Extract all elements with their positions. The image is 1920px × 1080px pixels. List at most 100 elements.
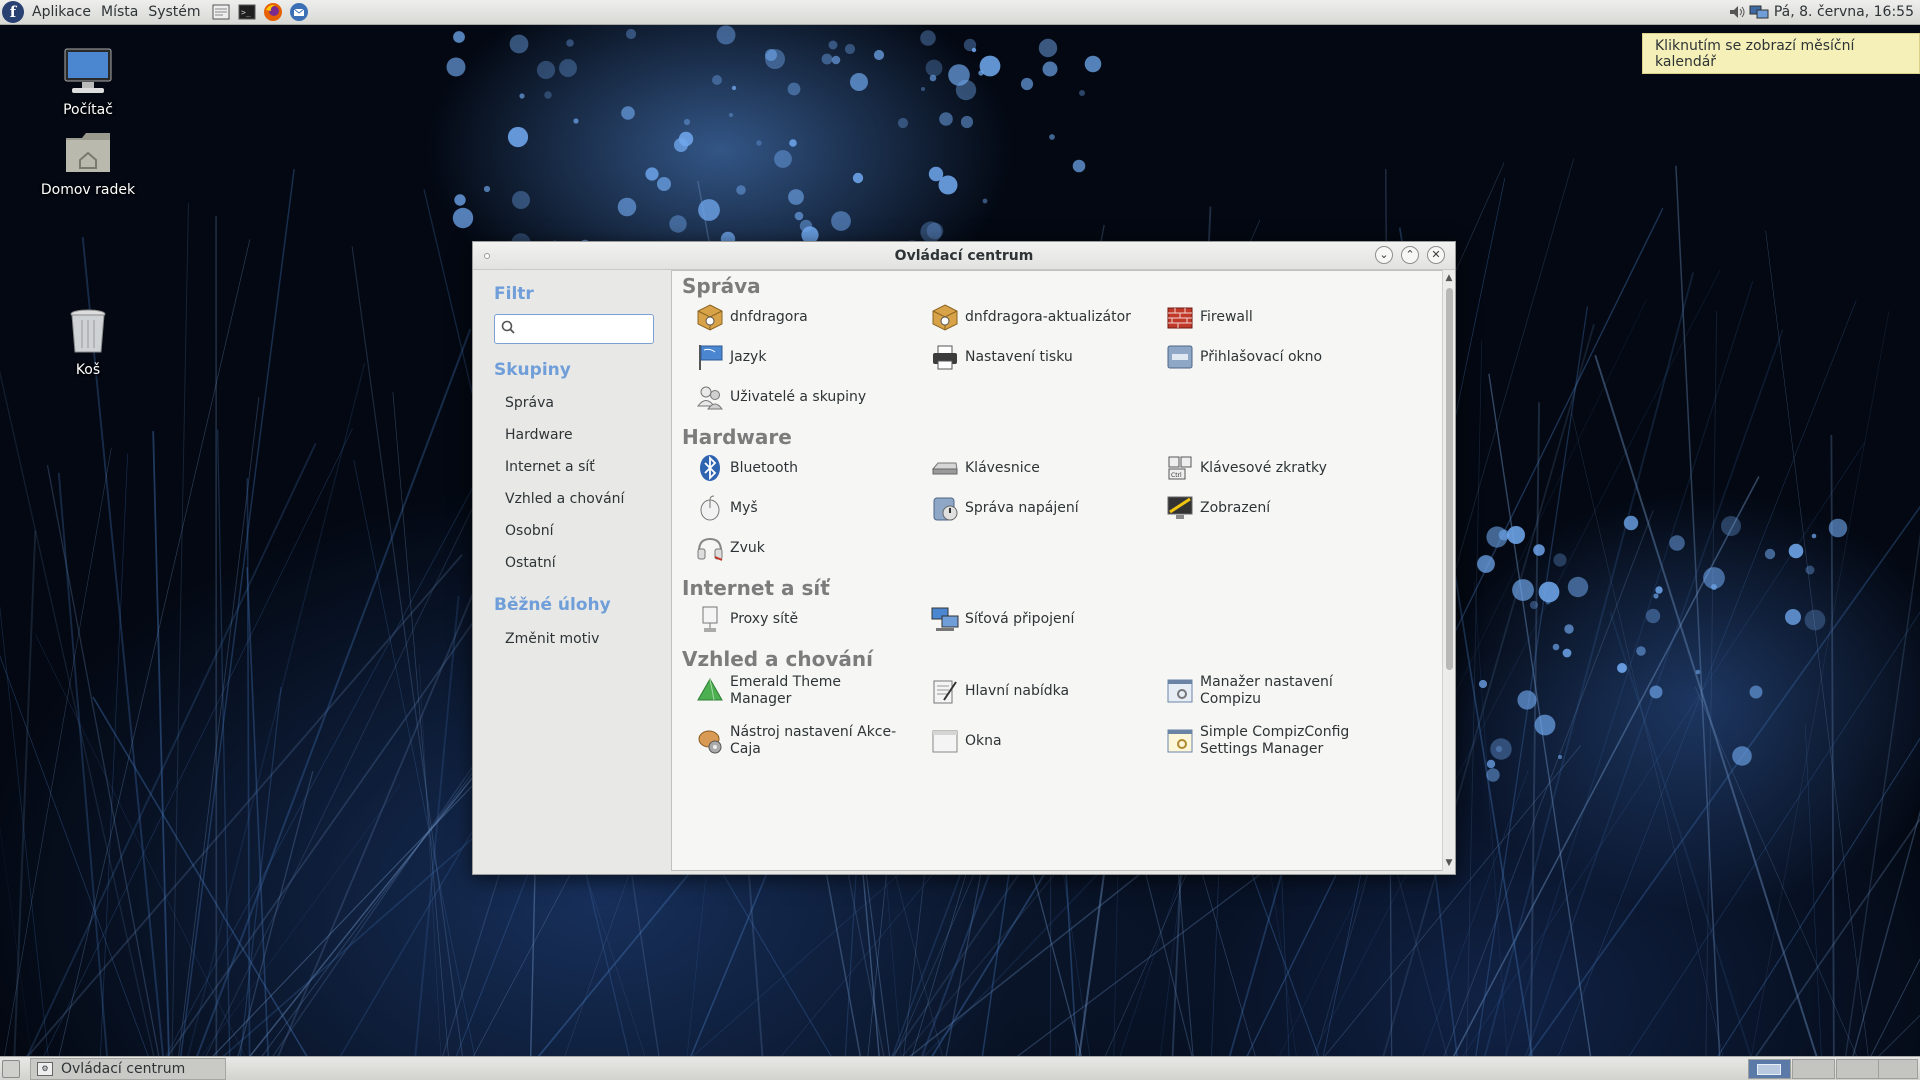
wallpaper-bokeh-dot <box>559 59 577 77</box>
wallpaper-bokeh-dot <box>1477 555 1495 573</box>
wallpaper-streak <box>12 530 37 1080</box>
menu-system[interactable]: Systém <box>143 0 205 25</box>
desktop-icon-trash[interactable]: Koš <box>18 306 158 378</box>
wallpaper-bokeh-dot <box>1804 609 1826 631</box>
scroll-down-arrow-icon[interactable]: ▼ <box>1443 857 1455 869</box>
wallpaper-bokeh-dot <box>1533 544 1545 556</box>
wallpaper-bokeh-dot <box>787 82 801 96</box>
workspace-3[interactable] <box>1836 1059 1879 1079</box>
sound-icon <box>694 532 726 564</box>
applet-power-management[interactable]: Správa napájení <box>907 488 1135 528</box>
wallpaper-bokeh-dot <box>1507 526 1525 544</box>
wallpaper-bokeh-dot <box>1788 543 1804 559</box>
applet-network-connections[interactable]: Síťová připojení <box>907 599 1135 639</box>
search-box[interactable] <box>494 314 654 344</box>
desktop-icon-computer[interactable]: Počítač <box>18 46 158 118</box>
wallpaper-bokeh-dot <box>1529 600 1539 610</box>
applet-keyboard[interactable]: Klávesnice <box>907 448 1135 488</box>
compiz-settings-icon <box>1164 675 1196 707</box>
applet-dnfdragora-updater[interactable]: dnfdragora-aktualizátor <box>907 297 1135 337</box>
wallpaper-bokeh-dot <box>678 131 694 147</box>
desktop-icon-label: Počítač <box>63 102 113 118</box>
group-link-internet[interactable]: Internet a síť <box>505 459 595 475</box>
workspace-2[interactable] <box>1792 1059 1835 1079</box>
applet-keyboard-shortcuts[interactable]: Ctrl Klávesové zkratky <box>1142 448 1370 488</box>
terminal-icon[interactable]: >_ <box>236 1 258 23</box>
applet-dnfdragora[interactable]: dnfdragora <box>672 297 900 337</box>
terminal-launcher-icon[interactable] <box>210 1 232 23</box>
menu-applications[interactable]: Aplikace <box>27 0 96 25</box>
applet-login-window[interactable]: Přihlašovací okno <box>1142 337 1370 377</box>
applet-print-settings[interactable]: Nastavení tisku <box>907 337 1135 377</box>
taskbar-button-control-center[interactable]: ⚙ Ovládací centrum <box>30 1058 226 1080</box>
wallpaper-bokeh-dot <box>920 30 936 46</box>
wallpaper-bokeh-dot <box>921 87 925 91</box>
task-link-change-theme[interactable]: Změnit motiv <box>505 631 599 647</box>
clock[interactable]: Pá, 8. června, 16:55 <box>1770 4 1920 20</box>
applet-emerald-theme-manager[interactable]: Emerald Theme Manager <box>672 671 900 711</box>
group-link-personal[interactable]: Osobní <box>505 523 554 539</box>
bluetooth-icon <box>694 452 726 484</box>
wallpaper-bokeh-dot <box>873 49 885 61</box>
applet-network-proxy[interactable]: Proxy sítě <box>672 599 900 639</box>
firewall-icon <box>1164 301 1196 333</box>
wallpaper-bokeh-dot <box>1655 586 1663 594</box>
applet-caja-actions[interactable]: Nástroj nastavení Akce-Caja <box>672 721 900 761</box>
applet-language[interactable]: Jazyk <box>672 337 900 377</box>
window-titlebar[interactable]: Ovládací centrum ⌄ ⌃ ✕ <box>473 242 1455 270</box>
search-input[interactable] <box>521 321 649 337</box>
applet-users-groups[interactable]: Uživatelé a skupiny <box>672 377 900 417</box>
desktop-icon-home[interactable]: Domov radek <box>18 126 158 198</box>
network-proxy-icon <box>694 603 726 635</box>
applet-mouse[interactable]: Myš <box>672 488 900 528</box>
menu-places[interactable]: Místa <box>96 0 143 25</box>
wallpaper-bokeh-dot <box>452 207 474 229</box>
wallpaper-streak <box>419 663 443 1080</box>
close-button[interactable]: ✕ <box>1427 246 1445 264</box>
fedora-logo-icon[interactable]: f <box>2 1 24 23</box>
applet-bluetooth[interactable]: Bluetooth <box>672 448 900 488</box>
wallpaper-streak <box>1841 532 1920 1080</box>
wallpaper-bokeh-dot <box>1079 90 1085 96</box>
window-menu-button[interactable] <box>484 253 490 259</box>
group-link-hardware[interactable]: Hardware <box>505 427 573 443</box>
scrollbar-thumb[interactable] <box>1446 288 1453 670</box>
applet-firewall[interactable]: Firewall <box>1142 297 1370 337</box>
group-link-other[interactable]: Ostatní <box>505 555 556 571</box>
wallpaper-bokeh-dot <box>512 191 530 209</box>
applet-sound[interactable]: Zvuk <box>672 528 900 568</box>
group-link-sprava[interactable]: Správa <box>505 395 554 411</box>
vertical-scrollbar[interactable]: ▲ ▼ <box>1442 270 1455 871</box>
wallpaper-bokeh-dot <box>1649 685 1663 699</box>
minimize-button[interactable]: ⌄ <box>1375 246 1393 264</box>
maximize-button[interactable]: ⌃ <box>1401 246 1419 264</box>
workspace-1[interactable] <box>1748 1059 1791 1079</box>
applet-compiz-settings[interactable]: Manažer nastavení Compizu <box>1142 671 1370 711</box>
wallpaper-bokeh-dot <box>756 140 762 146</box>
thunderbird-icon[interactable] <box>288 1 310 23</box>
wallpaper-bokeh-dot <box>1562 648 1572 658</box>
wallpaper-bokeh-dot <box>1490 738 1512 760</box>
package-icon <box>694 301 726 333</box>
filter-heading: Filtr <box>494 284 534 304</box>
wallpaper-streak <box>57 472 110 1080</box>
network-icon[interactable] <box>1748 2 1770 22</box>
workspace-4[interactable] <box>1878 1059 1918 1079</box>
wallpaper-bokeh-dot <box>982 198 988 204</box>
wallpaper-bokeh-dot <box>716 25 736 45</box>
volume-icon[interactable] <box>1726 2 1748 22</box>
applet-windows[interactable]: Okna <box>907 721 1135 761</box>
applet-simple-ccsm[interactable]: Simple CompizConfig Settings Manager <box>1142 721 1370 761</box>
wallpaper-streak <box>1516 329 1784 1080</box>
wallpaper-bokeh-dot <box>625 28 637 40</box>
group-link-appearance[interactable]: Vzhled a chování <box>505 491 624 507</box>
applet-main-menu[interactable]: Hlavní nabídka <box>907 671 1135 711</box>
scroll-up-arrow-icon[interactable]: ▲ <box>1443 272 1455 284</box>
firefox-icon[interactable] <box>262 1 284 23</box>
wallpaper-bokeh-dot <box>1623 515 1639 531</box>
show-desktop-button[interactable] <box>2 1060 20 1078</box>
applet-display[interactable]: Zobrazení <box>1142 488 1370 528</box>
wallpaper-bokeh-dot <box>1084 55 1102 73</box>
wallpaper-bokeh-dot <box>1636 646 1646 656</box>
wallpaper-bokeh-dot <box>1038 38 1058 58</box>
